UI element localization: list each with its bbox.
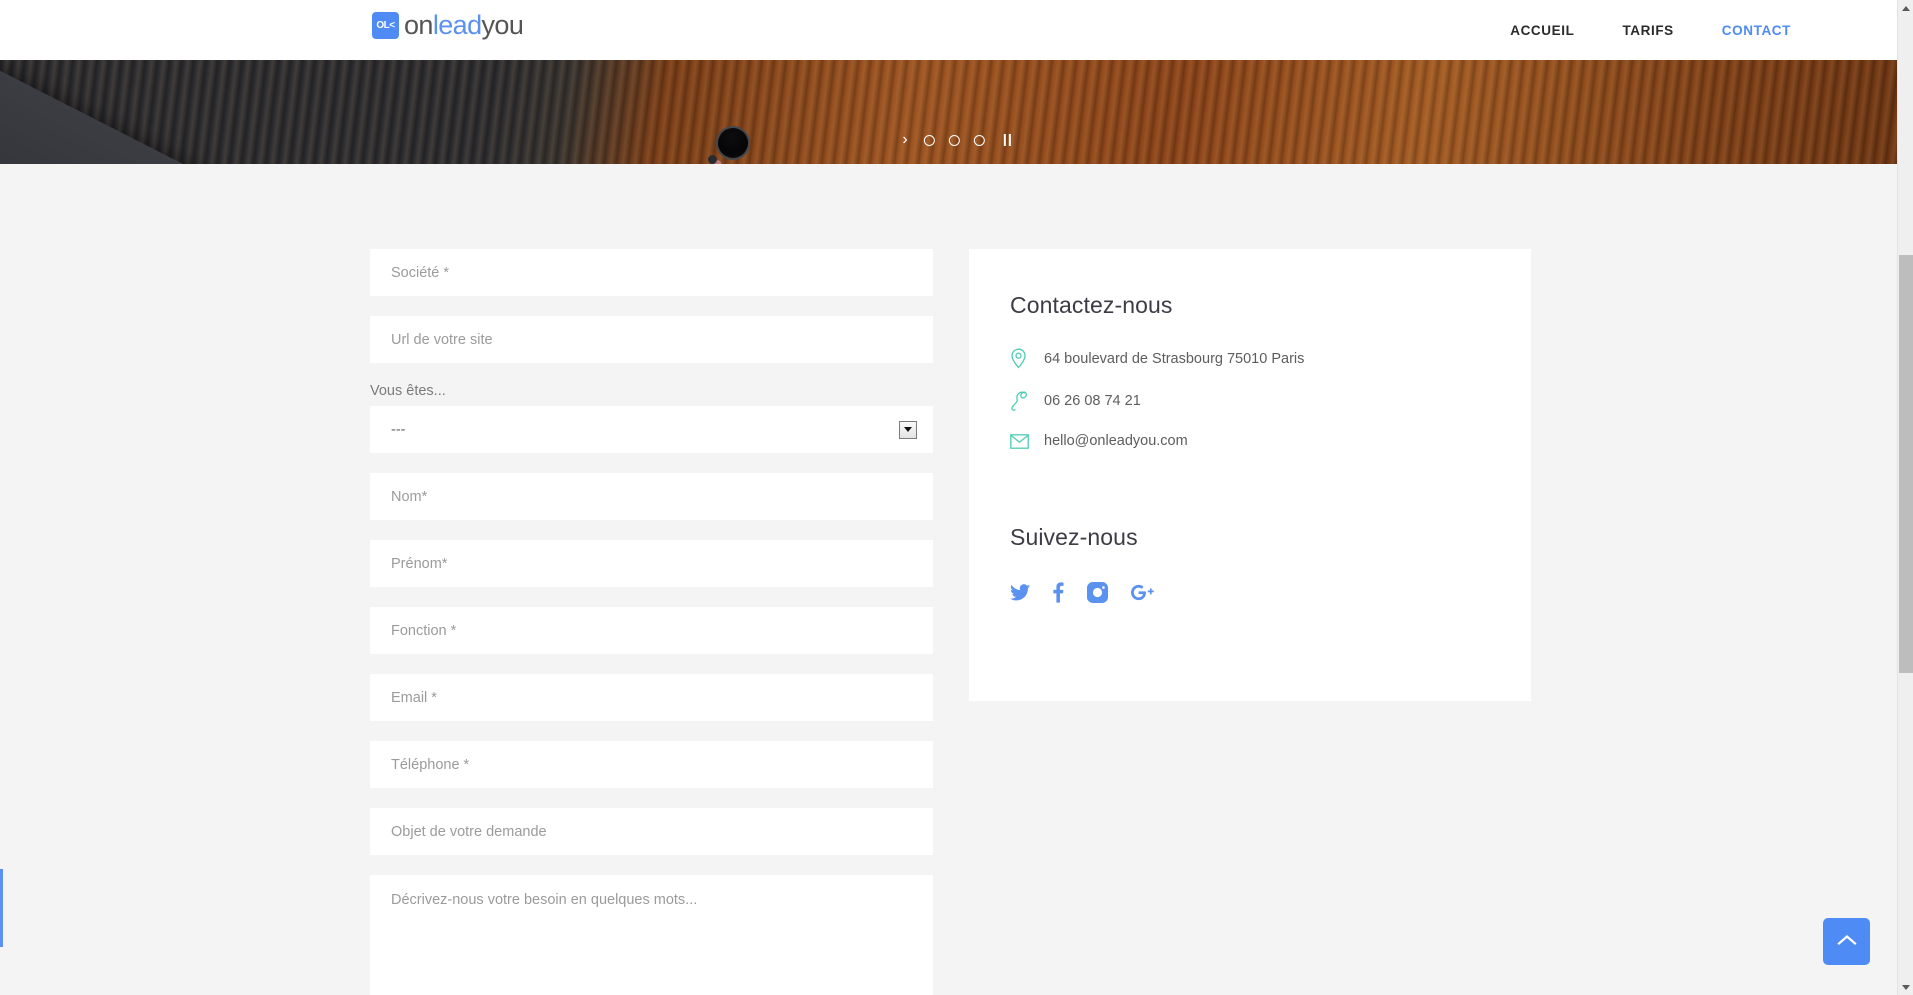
site-logo[interactable]: OL< onleadyou [372,10,524,40]
carousel-controls: › [893,130,1019,150]
scrollbar-thumb[interactable] [1899,255,1913,673]
carousel-dot-icon [948,134,960,146]
email-input[interactable] [370,674,933,721]
objet-input[interactable] [370,808,933,855]
carousel-dot-3[interactable] [967,134,992,146]
nom-input[interactable] [370,473,933,520]
contact-email-row: hello@onleadyou.com [1010,433,1531,449]
main-nav: ACCUEIL TARIFS CONTACT [1486,0,1815,60]
contact-card-title: Contactez-nous [1010,292,1173,318]
hero-camera-lens [710,120,756,164]
logo-part-on: on [404,10,433,40]
contact-info-card: Contactez-nous 64 boulevard de Strasbour… [969,249,1531,701]
scrollbar-up-arrow[interactable] [1898,0,1913,16]
logo-part-you: you [481,10,524,40]
location-pin-icon [1010,348,1044,369]
twitter-icon[interactable] [1010,584,1030,601]
envelope-icon [1010,433,1044,449]
telephone-input[interactable] [370,741,933,788]
contact-phone-row: 06 26 08 74 21 [1010,391,1531,411]
facebook-icon[interactable] [1053,582,1064,603]
carousel-dot-1[interactable] [917,134,942,146]
page-content: Vous êtes... --- Contactez-nous [0,164,1897,995]
logo-part-lead: lead [432,10,482,40]
url-input[interactable] [370,316,933,363]
scrollbar-down-arrow[interactable] [1898,979,1913,995]
scroll-to-top-button[interactable] [1823,918,1870,965]
message-textarea[interactable] [370,875,933,995]
contact-address-row: 64 boulevard de Strasbourg 75010 Paris [1010,348,1531,369]
nav-item-accueil[interactable]: ACCUEIL [1486,23,1598,38]
chevron-down-icon[interactable] [899,420,917,439]
pause-bar-icon [1008,134,1011,146]
pause-bar-icon [1003,134,1006,146]
hero-sensor-small [708,155,717,164]
contact-address-text: 64 boulevard de Strasbourg 75010 Paris [1044,350,1305,367]
carousel-dot-2[interactable] [942,134,967,146]
follow-us-title: Suivez-nous [1010,524,1138,550]
follow-us-section: Suivez-nous [1010,524,1154,603]
chevron-up-icon [1836,934,1857,949]
carousel-dot-icon [923,134,935,146]
focus-indicator [0,869,3,947]
fonction-input[interactable] [370,607,933,654]
social-links [1010,582,1154,603]
contact-phone-text: 06 26 08 74 21 [1044,393,1141,409]
logo-mark-icon: OL< [372,12,399,39]
vous-etes-select[interactable]: --- [370,406,933,453]
contact-email-text: hello@onleadyou.com [1044,433,1188,449]
carousel-next-button[interactable]: › [893,130,916,150]
contact-form: Vous êtes... --- [370,249,933,995]
vous-etes-label: Vous êtes... [370,383,446,399]
phone-icon [1010,391,1044,411]
carousel-dot-icon [973,134,985,146]
instagram-icon[interactable] [1087,582,1108,603]
hero-device-photo [0,60,687,164]
page-scrollbar[interactable] [1897,0,1913,995]
prenom-input[interactable] [370,540,933,587]
page-root: OL< onleadyou ACCUEIL TARIFS CONTACT › S… [0,0,1913,995]
site-header: OL< onleadyou ACCUEIL TARIFS CONTACT [0,0,1897,60]
societe-input[interactable] [370,249,933,296]
logo-wordmark: onleadyou [404,10,524,40]
carousel-pause-button[interactable] [992,130,1020,150]
nav-item-contact[interactable]: CONTACT [1698,23,1815,38]
google-plus-icon[interactable] [1131,583,1154,602]
nav-item-tarifs[interactable]: TARIFS [1598,23,1697,38]
vous-etes-select-wrap: --- [370,406,933,453]
